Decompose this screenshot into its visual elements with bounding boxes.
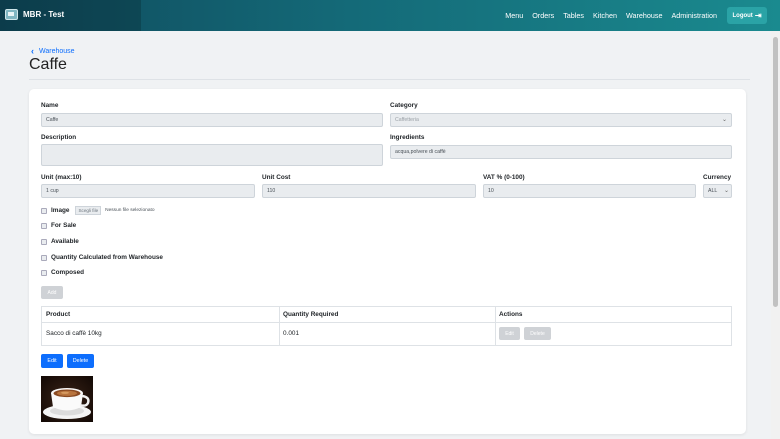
title-divider [29,79,750,80]
available-checkbox[interactable] [41,238,47,245]
th-actions: Actions [499,311,523,318]
vat-label: VAT % (0-100) [483,174,525,181]
vat-input[interactable]: 10 [483,184,696,198]
name-input[interactable]: Caffe [41,113,383,127]
cell-product: Sacco di caffè 10kg [46,330,102,337]
category-value: Caffetteria [395,117,419,123]
logout-icon: ⇥ [754,11,762,20]
nav-link-menu[interactable]: Menu [505,11,523,20]
logout-label: Logout [732,12,753,19]
nav-link-tables[interactable]: Tables [563,11,584,20]
unit-cost-input[interactable]: 110 [262,184,476,198]
composed-label: Composed [51,269,85,276]
ingredients-input[interactable]: acqua,polvere di caffè [390,145,732,159]
unit-input[interactable]: 1 cup [41,184,255,198]
top-navbar: MBR - Test Menu Orders Tables Kitchen Wa… [0,0,780,31]
page-title: Caffe [29,56,67,73]
chevron-down-icon: ⌄ [721,117,727,123]
breadcrumb-back-link[interactable]: ‹ Warehouse [31,46,75,56]
currency-value: ALL [708,188,718,194]
description-textarea[interactable] [41,144,383,166]
for-sale-row: For Sale [41,222,76,229]
monitor-icon [5,9,18,20]
coffee-cup-icon [41,376,93,422]
delete-button[interactable]: Delete [67,354,94,368]
image-row: Image Scegli file Nessun file selezionat… [41,206,155,215]
qty-warehouse-label: Quantity Calculated from Warehouse [51,254,163,261]
image-checkbox[interactable] [41,207,47,214]
chevron-down-icon: ⌄ [723,188,729,194]
brand[interactable]: MBR - Test [0,0,141,31]
column-divider [279,307,280,345]
category-label: Category [390,102,418,109]
column-divider [495,307,496,345]
composed-row: Composed [41,269,84,276]
currency-select[interactable]: ALL ⌄ [703,184,732,198]
th-product: Product [46,311,71,318]
product-image [41,376,93,422]
logout-button[interactable]: Logout ⇥ [727,7,767,24]
scrollbar-thumb[interactable] [773,37,778,307]
for-sale-checkbox[interactable] [41,222,47,229]
qty-warehouse-checkbox[interactable] [41,254,47,261]
row-edit-button[interactable]: Edit [499,327,520,340]
row-divider [42,322,731,323]
product-card [29,89,746,434]
ingredients-label: Ingredients [390,134,425,141]
cell-quantity: 0.001 [283,330,299,337]
nav-link-kitchen[interactable]: Kitchen [593,11,617,20]
available-label: Available [51,238,79,245]
unit-cost-label: Unit Cost [262,174,291,181]
composed-checkbox[interactable] [41,269,47,276]
category-select[interactable]: Caffetteria ⌄ [390,113,732,127]
choose-file-button[interactable]: Scegli file [75,206,102,215]
nav-link-warehouse[interactable]: Warehouse [626,11,663,20]
chevron-left-icon: ‹ [31,46,34,56]
description-label: Description [41,134,77,141]
name-label: Name [41,102,59,109]
app-title: MBR - Test [23,10,65,19]
nav-links: Menu Orders Tables Kitchen Warehouse Adm… [505,11,717,20]
nav-link-orders[interactable]: Orders [532,11,554,20]
breadcrumb-label: Warehouse [39,47,75,55]
nav-link-administration[interactable]: Administration [671,11,717,20]
available-row: Available [41,238,79,245]
composition-table: Product Quantity Required Actions Sacco … [41,306,732,346]
unit-label: Unit (max:10) [41,174,82,181]
row-delete-button[interactable]: Delete [524,327,551,340]
page-scrollbar[interactable] [771,31,780,439]
for-sale-label: For Sale [51,222,77,229]
currency-label: Currency [703,174,732,181]
edit-button[interactable]: Edit [41,354,63,368]
qty-warehouse-row: Quantity Calculated from Warehouse [41,254,163,261]
image-label: Image [51,207,70,214]
th-quantity: Quantity Required [283,311,339,318]
file-status: Nessun file selezionato [105,208,155,213]
add-button[interactable]: Add [41,286,63,299]
